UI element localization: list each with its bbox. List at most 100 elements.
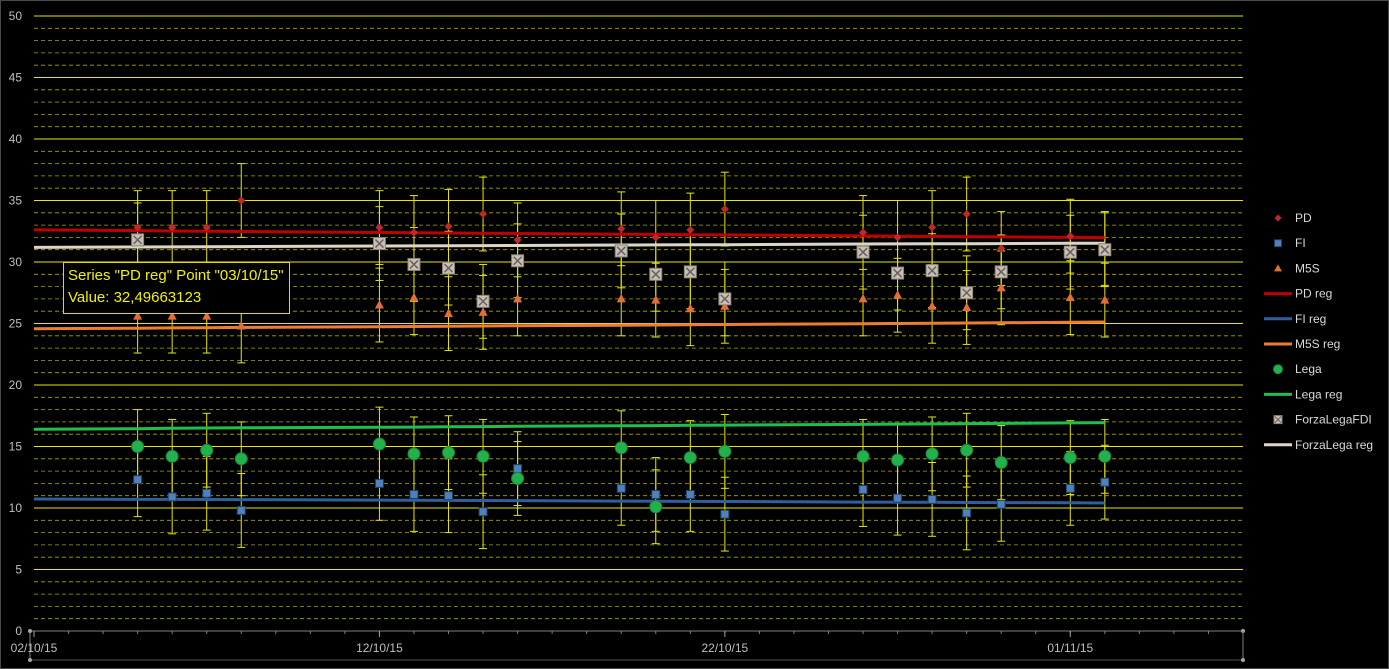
data-point-lega bbox=[614, 441, 628, 455]
data-point-m5s bbox=[893, 290, 903, 299]
data-point-forzalegafdi bbox=[856, 245, 870, 259]
data-point-fi bbox=[685, 489, 695, 499]
data-point-m5s bbox=[1065, 292, 1075, 302]
data-point-lega bbox=[407, 447, 421, 461]
data-point-pd bbox=[720, 205, 729, 214]
legend-label: M5S bbox=[1295, 261, 1320, 275]
y-tick-label: 20 bbox=[9, 378, 23, 392]
data-point-m5s bbox=[616, 293, 626, 303]
legend-label: ForzaLegaFDI bbox=[1295, 413, 1372, 427]
data-point-lega bbox=[372, 437, 386, 451]
legend-label: Lega reg bbox=[1295, 387, 1342, 401]
data-point-pd bbox=[444, 222, 453, 231]
data-point-forzalegafdi bbox=[718, 292, 732, 306]
data-point-forzalegafdi bbox=[649, 267, 663, 281]
data-point-fi bbox=[444, 491, 454, 501]
data-point-forzalegafdi bbox=[1063, 245, 1077, 259]
chart: 0 5 10 15 20 25 30 35 40 45 50 02/10/15 12/10/15 22/1… bbox=[9, 9, 1373, 662]
y-tick-label: 45 bbox=[9, 71, 23, 85]
y-tick-label: 0 bbox=[15, 624, 22, 638]
legend-label: ForzaLega reg bbox=[1295, 438, 1373, 452]
data-point-lega bbox=[165, 449, 179, 463]
data-point-forzalegafdi bbox=[925, 264, 939, 278]
data-point-lega bbox=[718, 444, 732, 458]
data-point-m5s bbox=[962, 302, 972, 312]
data-point-fi bbox=[374, 478, 384, 488]
data-point-fi bbox=[1065, 483, 1075, 493]
x-tick-label: 02/10/15 bbox=[11, 641, 58, 655]
series-line-forzalega-reg bbox=[33, 241, 1105, 249]
data-point-lega bbox=[683, 451, 697, 465]
data-point-fi bbox=[409, 489, 419, 499]
legend-item: Lega reg bbox=[1264, 387, 1342, 401]
data-point-pd bbox=[409, 228, 418, 237]
data-point-m5s bbox=[858, 293, 868, 303]
data-point-lega bbox=[234, 452, 248, 466]
data-point-pd bbox=[479, 210, 488, 219]
legend-label: FI bbox=[1295, 236, 1306, 250]
data-point-lega bbox=[994, 455, 1008, 469]
data-point-m5s bbox=[1100, 295, 1110, 304]
data-point-fi bbox=[616, 483, 626, 493]
error-bars bbox=[133, 163, 1109, 552]
series-line-lega-reg bbox=[33, 421, 1105, 431]
data-point-lega bbox=[925, 447, 939, 461]
data-point-fi bbox=[236, 505, 246, 515]
legend-item: ForzaLega reg bbox=[1264, 438, 1373, 452]
legend-item: ForzaLegaFDI bbox=[1273, 413, 1372, 427]
axis-handle bbox=[1241, 658, 1245, 662]
axis-handle bbox=[28, 629, 32, 633]
legend-label: FI reg bbox=[1295, 312, 1326, 326]
data-point-pd bbox=[375, 223, 384, 232]
data-point-m5s bbox=[927, 301, 937, 310]
legend-item: Lega bbox=[1273, 362, 1322, 376]
data-point-forzalegafdi bbox=[442, 261, 456, 275]
data-point-m5s bbox=[444, 308, 454, 318]
legend-item: M5S bbox=[1274, 261, 1320, 275]
data-point-lega bbox=[442, 446, 456, 460]
data-point-forzalegafdi bbox=[476, 294, 490, 308]
legend-item: PD bbox=[1274, 211, 1312, 225]
data-point-forzalegafdi bbox=[891, 266, 905, 280]
data-point-pd bbox=[617, 224, 626, 233]
data-point-lega bbox=[856, 449, 870, 463]
data-point-forzalegafdi bbox=[407, 257, 421, 271]
data-point-m5s bbox=[409, 292, 419, 302]
data-point-forzalegafdi bbox=[511, 254, 525, 268]
data-point-m5s bbox=[374, 300, 384, 309]
y-tick-label: 25 bbox=[9, 317, 23, 331]
data-point-lega bbox=[1063, 451, 1077, 465]
legend-item: PD reg bbox=[1264, 287, 1332, 301]
data-point-m5s bbox=[236, 320, 246, 330]
data-point-fi bbox=[513, 464, 523, 474]
data-point-fi bbox=[651, 489, 661, 499]
data-point-lega bbox=[960, 443, 974, 457]
data-point-fi bbox=[996, 499, 1006, 509]
y-tick-label: 35 bbox=[9, 194, 23, 208]
tooltip-series-point: Series "PD reg" Point "03/10/15" bbox=[68, 267, 284, 284]
legend-marker bbox=[1274, 264, 1282, 272]
data-point-fi bbox=[478, 507, 488, 517]
y-tick-label: 40 bbox=[9, 132, 23, 146]
y-tick-label: 5 bbox=[15, 563, 22, 577]
data-point-pd bbox=[893, 233, 902, 242]
data-point-fi bbox=[893, 493, 903, 503]
legend-label: M5S reg bbox=[1295, 337, 1340, 351]
data-point-forzalegafdi bbox=[683, 265, 697, 279]
data-point-forzalegafdi bbox=[1098, 243, 1112, 257]
legend-item: M5S reg bbox=[1264, 337, 1340, 351]
data-point-lega bbox=[1098, 449, 1112, 463]
data-point-fi bbox=[962, 508, 972, 518]
y-tick-label: 15 bbox=[9, 440, 23, 454]
x-tick-label: 12/10/15 bbox=[356, 641, 403, 655]
legend-label: Lega bbox=[1295, 362, 1322, 376]
y-tick-label: 30 bbox=[9, 255, 23, 269]
data-point-forzalegafdi bbox=[994, 265, 1008, 279]
legend-item: FI reg bbox=[1264, 312, 1326, 326]
series-line-fi-reg bbox=[33, 497, 1105, 505]
legend-marker bbox=[1274, 239, 1282, 248]
data-point-fi bbox=[167, 492, 177, 502]
data-point-lega bbox=[891, 453, 905, 467]
data-point-pd bbox=[237, 196, 246, 205]
data-point-fi bbox=[720, 509, 730, 519]
